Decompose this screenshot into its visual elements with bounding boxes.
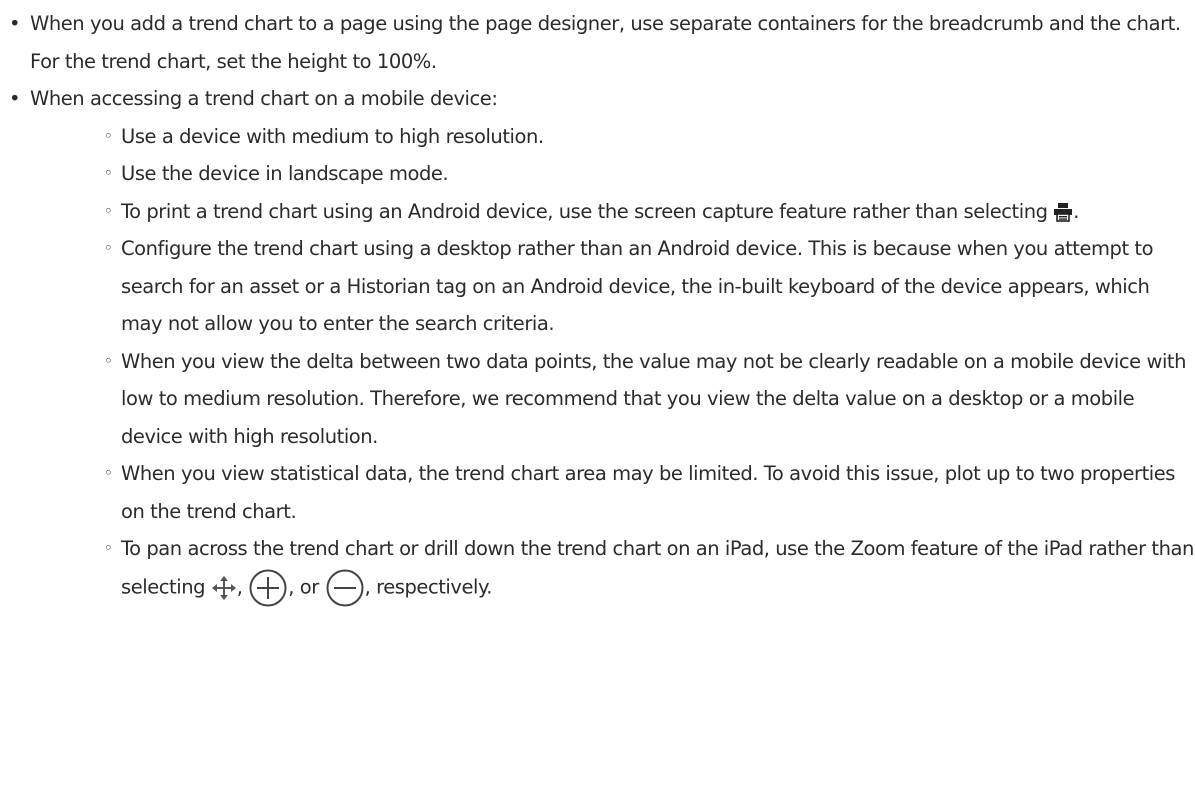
sub-bullet-list: ◦ Use a device with medium to high resol… — [30, 118, 1195, 608]
list-item-text: When accessing a trend chart on a mobile… — [30, 87, 498, 110]
bullet-list: • When you add a trend chart to a page u… — [0, 5, 1195, 608]
sub-item-text: When you view the delta between two data… — [121, 349, 1187, 448]
sub-item-text: Use a device with medium to high resolut… — [121, 124, 544, 148]
sub-item-ipad-zoom: ◦ To pan across the trend chart or drill… — [30, 530, 1195, 608]
document-body: • When you add a trend chart to a page u… — [0, 0, 1195, 608]
bullet-marker: • — [9, 12, 21, 35]
sub-bullet-marker: ◦ — [104, 239, 113, 257]
list-item-page-designer: • When you add a trend chart to a page u… — [0, 5, 1195, 80]
separator-comma: , — [236, 575, 249, 598]
list-item-text: When you add a trend chart to a page usi… — [30, 12, 1181, 73]
sub-item-landscape: ◦ Use the device in landscape mode. — [30, 155, 1195, 193]
bullet-marker: • — [9, 87, 21, 110]
zoom-in-circle-icon — [248, 568, 288, 608]
list-item-mobile-device: • When accessing a trend chart on a mobi… — [0, 80, 1195, 608]
separator-or: , or — [288, 575, 325, 598]
sub-item-text-end: , respectively. — [364, 575, 493, 598]
sub-item-text-end: . — [1073, 199, 1080, 223]
sub-bullet-marker: ◦ — [104, 351, 113, 370]
sub-bullet-marker: ◦ — [104, 126, 113, 145]
sub-bullet-marker: ◦ — [104, 539, 113, 557]
sub-item-text: When you view statistical data, the tren… — [121, 462, 1176, 523]
sub-item-delta-value: ◦ When you view the delta between two da… — [30, 343, 1195, 456]
pan-arrows-icon — [211, 575, 237, 601]
sub-item-text: To print a trend chart using an Android … — [121, 199, 1054, 223]
sub-item-configure-desktop: ◦ Configure the trend chart using a desk… — [30, 230, 1195, 343]
sub-bullet-marker: ◦ — [104, 464, 113, 482]
sub-bullet-marker: ◦ — [104, 201, 113, 220]
sub-item-statistical-data: ◦ When you view statistical data, the tr… — [30, 455, 1195, 530]
sub-bullet-marker: ◦ — [104, 164, 113, 182]
zoom-out-circle-icon — [325, 568, 365, 608]
sub-item-text: Configure the trend chart using a deskto… — [121, 237, 1154, 335]
print-icon — [1053, 202, 1073, 222]
sub-item-print: ◦ To print a trend chart using an Androi… — [30, 193, 1195, 231]
sub-item-resolution: ◦ Use a device with medium to high resol… — [30, 118, 1195, 156]
sub-item-text: Use the device in landscape mode. — [121, 162, 449, 185]
